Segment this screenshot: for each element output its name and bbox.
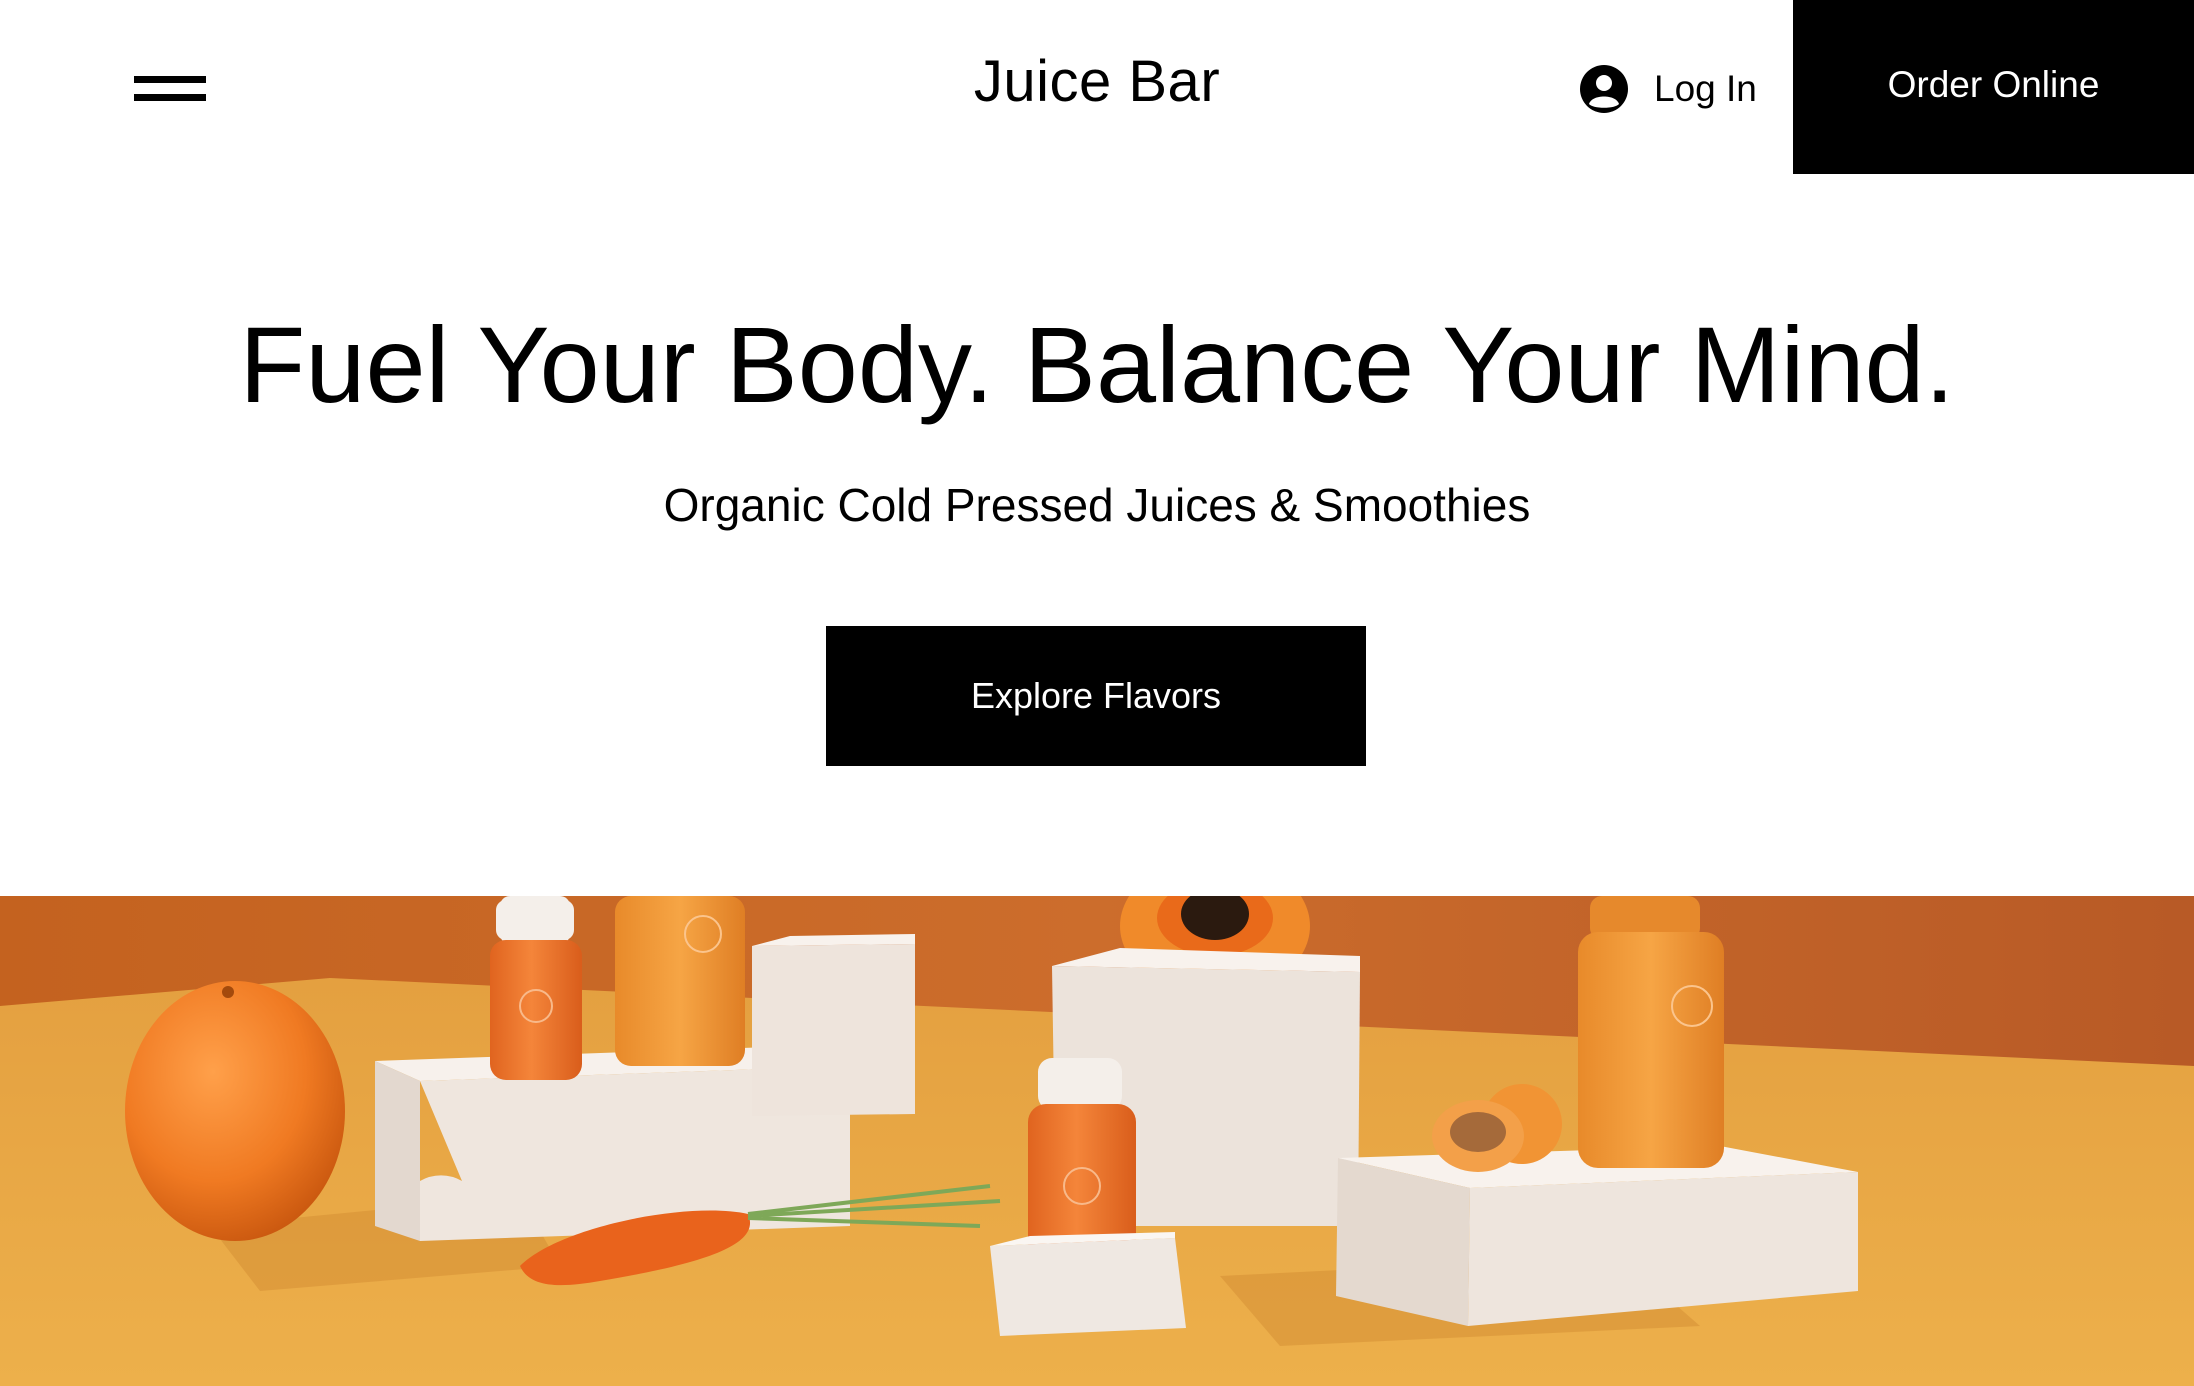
explore-flavors-button[interactable]: Explore Flavors	[826, 626, 1366, 766]
juice-bottle-tall-right	[1578, 896, 1724, 1168]
hamburger-menu-icon[interactable]	[134, 74, 206, 106]
hero-title: Fuel Your Body. Balance Your Mind.	[239, 304, 1955, 425]
orange-fruit	[125, 981, 345, 1241]
hero-subtitle: Organic Cold Pressed Juices & Smoothies	[663, 479, 1531, 531]
order-online-button[interactable]: Order Online	[1793, 0, 2194, 174]
hero-image	[0, 896, 2194, 1386]
juice-bottle-small-left	[490, 896, 582, 1080]
pedestal-back	[752, 934, 915, 1116]
login-link[interactable]: Log In	[1580, 62, 1757, 116]
site-header: Juice Bar Log In Order Online	[0, 0, 2194, 174]
site-logo[interactable]: Juice Bar	[974, 49, 1220, 114]
login-label: Log In	[1654, 68, 1757, 109]
user-avatar-icon	[1580, 65, 1628, 113]
juice-bottle-large-left	[615, 896, 745, 1066]
